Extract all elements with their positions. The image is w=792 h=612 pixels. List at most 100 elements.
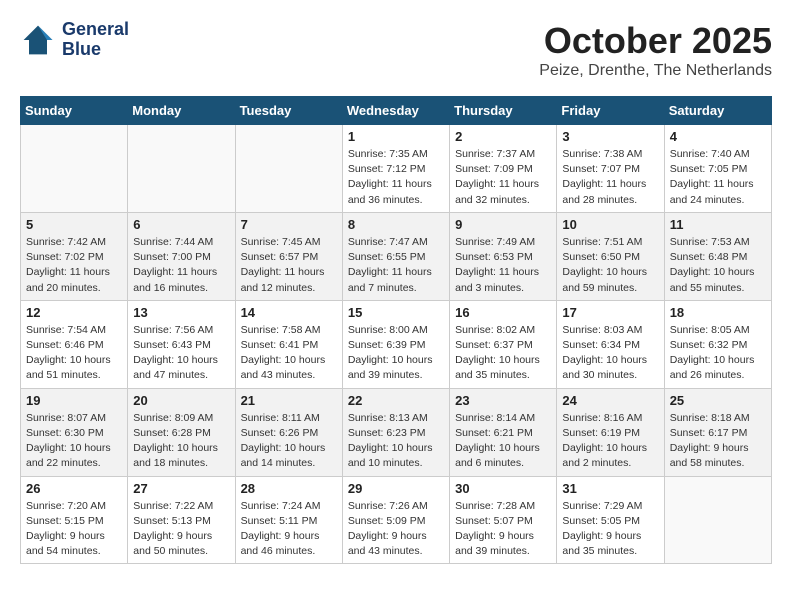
day-info: Sunrise: 7:20 AM Sunset: 5:15 PM Dayligh… bbox=[26, 499, 122, 560]
calendar-cell bbox=[128, 125, 235, 213]
day-number: 19 bbox=[26, 393, 122, 408]
day-info: Sunrise: 7:44 AM Sunset: 7:00 PM Dayligh… bbox=[133, 235, 229, 296]
calendar-cell: 20 Sunrise: 8:09 AM Sunset: 6:28 PM Dayli… bbox=[128, 388, 235, 476]
calendar-cell: 5 Sunrise: 7:42 AM Sunset: 7:02 PM Daylig… bbox=[21, 212, 128, 300]
calendar-cell: 27 Sunrise: 7:22 AM Sunset: 5:13 PM Dayli… bbox=[128, 476, 235, 564]
calendar-cell: 7Sunrise: 7:45 AM Sunset: 6:57 PM Daylig… bbox=[235, 212, 342, 300]
calendar-cell: 16Sunrise: 8:02 AM Sunset: 6:37 PM Dayli… bbox=[450, 300, 557, 388]
calendar-cell: 13Sunrise: 7:56 AM Sunset: 6:43 PM Dayli… bbox=[128, 300, 235, 388]
day-info: Sunrise: 8:03 AM Sunset: 6:34 PM Dayligh… bbox=[562, 323, 658, 384]
day-info: Sunrise: 7:53 AM Sunset: 6:48 PM Dayligh… bbox=[670, 235, 766, 296]
logo-icon bbox=[20, 22, 56, 58]
calendar-cell: 2 Sunrise: 7:37 AM Sunset: 7:09 PM Daylig… bbox=[450, 125, 557, 213]
day-info: Sunrise: 8:16 AM Sunset: 6:19 PM Dayligh… bbox=[562, 411, 658, 472]
calendar-cell: 1 Sunrise: 7:35 AM Sunset: 7:12 PM Daylig… bbox=[342, 125, 449, 213]
calendar-header-row: SundayMondayTuesdayWednesdayThursdayFrid… bbox=[21, 97, 772, 125]
calendar-cell: 30 Sunrise: 7:28 AM Sunset: 5:07 PM Dayli… bbox=[450, 476, 557, 564]
calendar-cell: 18Sunrise: 8:05 AM Sunset: 6:32 PM Dayli… bbox=[664, 300, 771, 388]
location-title: Peize, Drenthe, The Netherlands bbox=[539, 62, 772, 80]
calendar-week-row: 19 Sunrise: 8:07 AM Sunset: 6:30 PM Dayli… bbox=[21, 388, 772, 476]
day-number: 4 bbox=[670, 129, 766, 144]
day-header-sunday: Sunday bbox=[21, 97, 128, 125]
day-info: Sunrise: 8:13 AM Sunset: 6:23 PM Dayligh… bbox=[348, 411, 444, 472]
month-title: October 2025 bbox=[539, 20, 772, 62]
day-number: 10 bbox=[562, 217, 658, 232]
day-number: 27 bbox=[133, 481, 229, 496]
day-header-friday: Friday bbox=[557, 97, 664, 125]
day-info: Sunrise: 7:47 AM Sunset: 6:55 PM Dayligh… bbox=[348, 235, 444, 296]
day-number: 8 bbox=[348, 217, 444, 232]
day-number: 20 bbox=[133, 393, 229, 408]
calendar-table: SundayMondayTuesdayWednesdayThursdayFrid… bbox=[20, 96, 772, 564]
day-info: Sunrise: 8:00 AM Sunset: 6:39 PM Dayligh… bbox=[348, 323, 444, 384]
calendar-week-row: 26 Sunrise: 7:20 AM Sunset: 5:15 PM Dayli… bbox=[21, 476, 772, 564]
day-number: 25 bbox=[670, 393, 766, 408]
day-number: 16 bbox=[455, 305, 551, 320]
day-info: Sunrise: 8:11 AM Sunset: 6:26 PM Dayligh… bbox=[241, 411, 337, 472]
day-number: 22 bbox=[348, 393, 444, 408]
calendar-cell: 10 Sunrise: 7:51 AM Sunset: 6:50 PM Dayli… bbox=[557, 212, 664, 300]
calendar-cell bbox=[21, 125, 128, 213]
calendar-cell: 11Sunrise: 7:53 AM Sunset: 6:48 PM Dayli… bbox=[664, 212, 771, 300]
day-info: Sunrise: 8:14 AM Sunset: 6:21 PM Dayligh… bbox=[455, 411, 551, 472]
calendar-cell bbox=[664, 476, 771, 564]
page-header: General Blue October 2025 Peize, Drenthe… bbox=[20, 20, 772, 80]
day-header-tuesday: Tuesday bbox=[235, 97, 342, 125]
day-info: Sunrise: 7:51 AM Sunset: 6:50 PM Dayligh… bbox=[562, 235, 658, 296]
day-header-thursday: Thursday bbox=[450, 97, 557, 125]
logo-text: General Blue bbox=[62, 20, 129, 60]
logo-line1: General bbox=[62, 20, 129, 40]
day-number: 3 bbox=[562, 129, 658, 144]
calendar-cell: 31 Sunrise: 7:29 AM Sunset: 5:05 PM Dayli… bbox=[557, 476, 664, 564]
day-info: Sunrise: 7:49 AM Sunset: 6:53 PM Dayligh… bbox=[455, 235, 551, 296]
day-number: 2 bbox=[455, 129, 551, 144]
calendar-cell: 23Sunrise: 8:14 AM Sunset: 6:21 PM Dayli… bbox=[450, 388, 557, 476]
day-number: 14 bbox=[241, 305, 337, 320]
day-header-saturday: Saturday bbox=[664, 97, 771, 125]
day-info: Sunrise: 8:05 AM Sunset: 6:32 PM Dayligh… bbox=[670, 323, 766, 384]
day-number: 15 bbox=[348, 305, 444, 320]
day-info: Sunrise: 7:35 AM Sunset: 7:12 PM Dayligh… bbox=[348, 147, 444, 208]
day-number: 12 bbox=[26, 305, 122, 320]
day-info: Sunrise: 8:09 AM Sunset: 6:28 PM Dayligh… bbox=[133, 411, 229, 472]
day-info: Sunrise: 7:26 AM Sunset: 5:09 PM Dayligh… bbox=[348, 499, 444, 560]
calendar-cell: 6 Sunrise: 7:44 AM Sunset: 7:00 PM Daylig… bbox=[128, 212, 235, 300]
day-number: 29 bbox=[348, 481, 444, 496]
day-number: 6 bbox=[133, 217, 229, 232]
calendar-cell bbox=[235, 125, 342, 213]
day-number: 21 bbox=[241, 393, 337, 408]
calendar-cell: 26 Sunrise: 7:20 AM Sunset: 5:15 PM Dayli… bbox=[21, 476, 128, 564]
day-info: Sunrise: 7:37 AM Sunset: 7:09 PM Dayligh… bbox=[455, 147, 551, 208]
calendar-cell: 28Sunrise: 7:24 AM Sunset: 5:11 PM Dayli… bbox=[235, 476, 342, 564]
day-number: 1 bbox=[348, 129, 444, 144]
calendar-cell: 19 Sunrise: 8:07 AM Sunset: 6:30 PM Dayli… bbox=[21, 388, 128, 476]
calendar-cell: 4 Sunrise: 7:40 AM Sunset: 7:05 PM Daylig… bbox=[664, 125, 771, 213]
day-info: Sunrise: 7:28 AM Sunset: 5:07 PM Dayligh… bbox=[455, 499, 551, 560]
day-info: Sunrise: 8:18 AM Sunset: 6:17 PM Dayligh… bbox=[670, 411, 766, 472]
calendar-week-row: 5 Sunrise: 7:42 AM Sunset: 7:02 PM Daylig… bbox=[21, 212, 772, 300]
calendar-week-row: 1 Sunrise: 7:35 AM Sunset: 7:12 PM Daylig… bbox=[21, 125, 772, 213]
day-number: 26 bbox=[26, 481, 122, 496]
calendar-cell: 12 Sunrise: 7:54 AM Sunset: 6:46 PM Dayli… bbox=[21, 300, 128, 388]
day-info: Sunrise: 7:56 AM Sunset: 6:43 PM Dayligh… bbox=[133, 323, 229, 384]
day-info: Sunrise: 7:42 AM Sunset: 7:02 PM Dayligh… bbox=[26, 235, 122, 296]
day-number: 28 bbox=[241, 481, 337, 496]
day-number: 5 bbox=[26, 217, 122, 232]
day-info: Sunrise: 7:40 AM Sunset: 7:05 PM Dayligh… bbox=[670, 147, 766, 208]
calendar-week-row: 12 Sunrise: 7:54 AM Sunset: 6:46 PM Dayli… bbox=[21, 300, 772, 388]
day-info: Sunrise: 7:22 AM Sunset: 5:13 PM Dayligh… bbox=[133, 499, 229, 560]
day-info: Sunrise: 7:58 AM Sunset: 6:41 PM Dayligh… bbox=[241, 323, 337, 384]
day-info: Sunrise: 8:07 AM Sunset: 6:30 PM Dayligh… bbox=[26, 411, 122, 472]
title-area: October 2025 Peize, Drenthe, The Netherl… bbox=[539, 20, 772, 80]
day-header-monday: Monday bbox=[128, 97, 235, 125]
day-info: Sunrise: 7:45 AM Sunset: 6:57 PM Dayligh… bbox=[241, 235, 337, 296]
calendar-cell: 22 Sunrise: 8:13 AM Sunset: 6:23 PM Dayli… bbox=[342, 388, 449, 476]
day-info: Sunrise: 7:54 AM Sunset: 6:46 PM Dayligh… bbox=[26, 323, 122, 384]
day-number: 24 bbox=[562, 393, 658, 408]
day-number: 9 bbox=[455, 217, 551, 232]
logo: General Blue bbox=[20, 20, 129, 60]
day-number: 30 bbox=[455, 481, 551, 496]
day-number: 31 bbox=[562, 481, 658, 496]
calendar-cell: 25 Sunrise: 8:18 AM Sunset: 6:17 PM Dayli… bbox=[664, 388, 771, 476]
day-info: Sunrise: 7:29 AM Sunset: 5:05 PM Dayligh… bbox=[562, 499, 658, 560]
